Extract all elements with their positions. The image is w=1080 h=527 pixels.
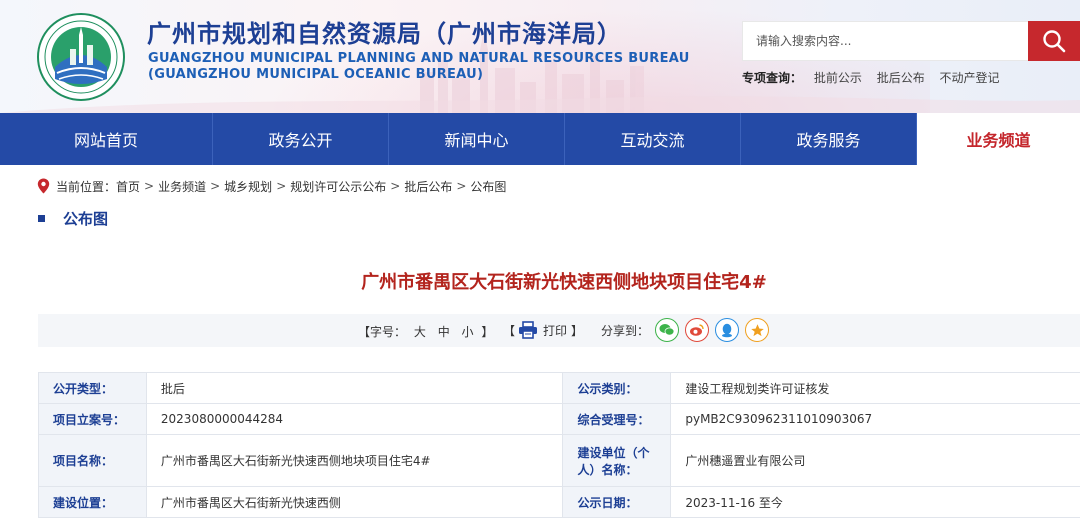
field-label-disclosure-type: 公开类型： bbox=[38, 372, 147, 404]
field-value-notice-date: 2023-11-16 至今 bbox=[670, 486, 1080, 518]
table-row: 公开类型： 批后 公示类别： 建设工程规划类许可证核发 bbox=[38, 372, 1080, 404]
breadcrumb-separator: > bbox=[276, 179, 287, 193]
font-size-label: 【字号： bbox=[358, 325, 407, 339]
font-size-close: 】 bbox=[481, 325, 494, 339]
nav-item-gov-affairs[interactable]: 政务公开 bbox=[213, 113, 389, 165]
site-title-cn: 广州市规划和自然资源局（广州市海洋局） bbox=[147, 20, 622, 48]
breadcrumb-item-post-approval[interactable]: 批后公布 bbox=[404, 178, 452, 195]
breadcrumb: 当前位置： 首页 > 业务频道 > 城乡规划 > 规划许可公示公布 > 批后公布… bbox=[37, 177, 506, 195]
field-value-notice-category: 建设工程规划类许可证核发 bbox=[670, 372, 1080, 404]
printer-icon bbox=[519, 321, 538, 339]
section-title: 公布图 bbox=[63, 210, 109, 228]
special-link-real-estate[interactable]: 不动产登记 bbox=[940, 71, 1000, 85]
qq-share-icon[interactable] bbox=[715, 318, 740, 342]
field-label-project-case-no: 项目立案号： bbox=[38, 403, 147, 435]
breadcrumb-label: 当前位置： bbox=[56, 179, 117, 194]
nav-item-interaction[interactable]: 互动交流 bbox=[565, 113, 741, 165]
site-subtitle-en: (GUANGZHOU MUNICIPAL OCEANIC BUREAU) bbox=[148, 67, 484, 82]
site-header: 广州市规划和自然资源局（广州市海洋局） GUANGZHOU MUNICIPAL … bbox=[0, 0, 1080, 113]
share-label: 分享到： bbox=[601, 323, 650, 338]
wechat-share-icon[interactable] bbox=[655, 318, 680, 342]
print-control[interactable]: 【 打印 】 bbox=[503, 321, 583, 339]
nav-item-services[interactable]: 政务服务 bbox=[741, 113, 917, 165]
field-label-location: 建设位置： bbox=[38, 486, 147, 518]
field-value-project-name: 广州市番禺区大石街新光快速西侧地块项目住宅4# bbox=[145, 434, 564, 487]
field-label-project-name: 项目名称： bbox=[38, 434, 147, 487]
field-label-developer: 建设单位（个人）名称： bbox=[562, 434, 672, 487]
table-row: 建设位置： 广州市番禺区大石街新光快速西侧 公示日期： 2023-11-16 至… bbox=[38, 486, 1080, 518]
table-row: 项目立案号： 2023080000044284 综合受理号： pyMB2C930… bbox=[38, 403, 1080, 435]
section-bullet bbox=[38, 215, 45, 222]
print-open-bracket: 【 bbox=[503, 323, 516, 338]
breadcrumb-item-business[interactable]: 业务频道 bbox=[158, 178, 206, 195]
special-link-pre-approval[interactable]: 批前公示 bbox=[814, 71, 862, 85]
field-value-developer: 广州穗遥置业有限公司 bbox=[670, 434, 1080, 487]
font-size-large[interactable]: 大 bbox=[414, 325, 426, 339]
nav-item-business[interactable]: 业务频道 bbox=[917, 113, 1080, 165]
print-close-bracket: 】 bbox=[571, 323, 584, 338]
breadcrumb-separator: > bbox=[144, 179, 155, 193]
special-link-post-approval[interactable]: 批后公布 bbox=[877, 71, 925, 85]
field-value-acceptance-no: pyMB2C930962311010903067 bbox=[670, 403, 1080, 435]
field-label-acceptance-no: 综合受理号： bbox=[562, 403, 672, 435]
search-input[interactable] bbox=[743, 22, 1028, 60]
field-label-notice-category: 公示类别： bbox=[562, 372, 672, 404]
breadcrumb-separator: > bbox=[390, 179, 401, 193]
location-pin-icon bbox=[37, 178, 50, 194]
search-button[interactable] bbox=[1028, 21, 1080, 61]
nav-item-home[interactable]: 网站首页 bbox=[0, 113, 213, 165]
breadcrumb-item-current[interactable]: 公布图 bbox=[470, 178, 506, 195]
section-heading: 公布图 bbox=[38, 208, 108, 229]
font-size-control: 【字号： 大 中 小 】 bbox=[358, 323, 493, 340]
breadcrumb-item-planning[interactable]: 城乡规划 bbox=[224, 178, 272, 195]
breadcrumb-separator: > bbox=[456, 179, 467, 193]
special-query: 专项查询： 批前公示 批后公布 不动产登记 bbox=[742, 69, 1011, 86]
field-value-project-case-no: 2023080000044284 bbox=[145, 403, 564, 435]
project-info-table: 公开类型： 批后 公示类别： 建设工程规划类许可证核发 项目立案号： 20230… bbox=[38, 372, 1080, 518]
print-button[interactable]: 打印 bbox=[543, 322, 567, 339]
breadcrumb-separator: > bbox=[210, 179, 221, 193]
site-title-en: GUANGZHOU MUNICIPAL PLANNING AND NATURAL… bbox=[148, 51, 690, 66]
weibo-share-icon[interactable] bbox=[685, 318, 710, 342]
qzone-share-icon[interactable] bbox=[745, 318, 770, 342]
table-row: 项目名称： 广州市番禺区大石街新光快速西侧地块项目住宅4# 建设单位（个人）名称… bbox=[38, 434, 1080, 487]
field-label-notice-date: 公示日期： bbox=[562, 486, 672, 518]
breadcrumb-item-home[interactable]: 首页 bbox=[116, 178, 140, 195]
special-query-label: 专项查询： bbox=[742, 71, 803, 85]
field-value-location: 广州市番禺区大石街新光快速西侧 bbox=[145, 486, 564, 518]
font-size-medium[interactable]: 中 bbox=[438, 325, 450, 339]
main-nav: 网站首页 政务公开 新闻中心 互动交流 政务服务 业务频道 bbox=[0, 113, 1080, 165]
nav-item-news[interactable]: 新闻中心 bbox=[389, 113, 565, 165]
search-box bbox=[742, 21, 1029, 61]
article-toolbar: 【字号： 大 中 小 】 【 打印 】 分享到： bbox=[38, 314, 1080, 347]
share-control: 分享到： bbox=[601, 318, 770, 342]
search-icon bbox=[1043, 30, 1066, 53]
bureau-logo-icon bbox=[37, 13, 125, 101]
breadcrumb-item-permit-notice[interactable]: 规划许可公示公布 bbox=[290, 178, 386, 195]
font-size-small[interactable]: 小 bbox=[462, 325, 474, 339]
field-value-disclosure-type: 批后 bbox=[145, 372, 564, 404]
article-title: 广州市番禺区大石街新光快速西侧地块项目住宅4# bbox=[361, 272, 767, 293]
